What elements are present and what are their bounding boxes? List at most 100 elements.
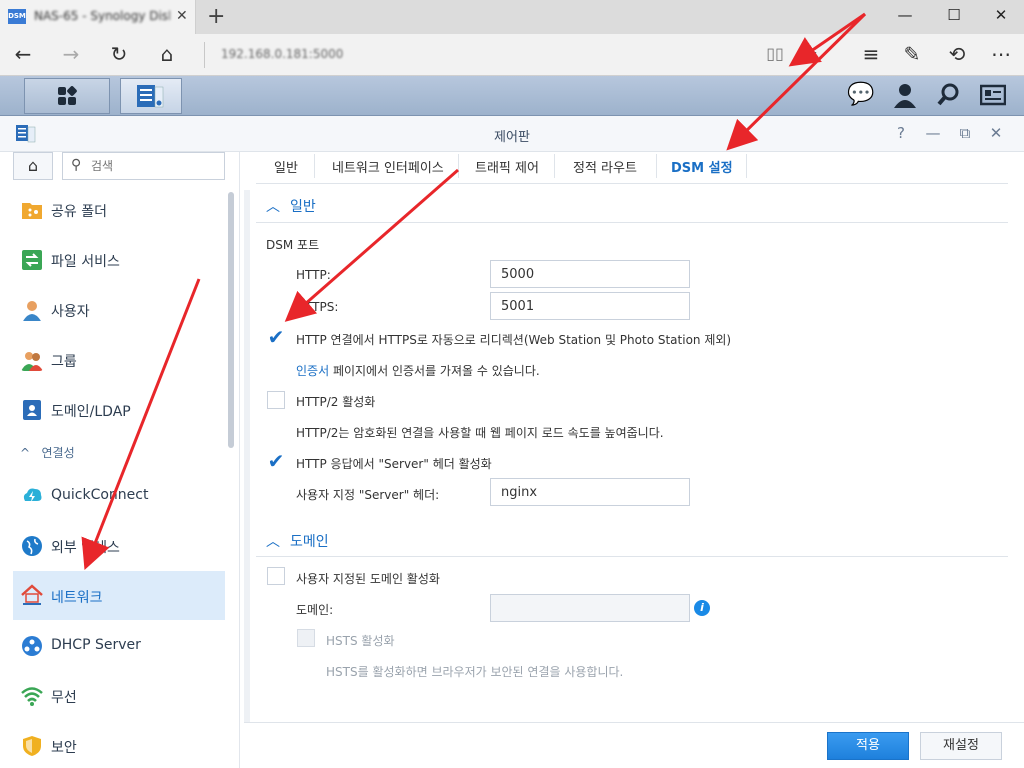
more-icon[interactable]: ⋯: [986, 42, 1016, 66]
browser-nav-bar: ← → ↻ ⌂ 192.168.0.181:5000 ▯▯ ☆ ≡ ✎ ⟲ ⋯: [0, 34, 1024, 76]
window-minimize-icon[interactable]: —: [922, 124, 944, 142]
reset-button[interactable]: 재설정: [920, 732, 1002, 760]
sidebar-item-file-services[interactable]: 파일 서비스: [13, 237, 225, 283]
sidebar-item-wireless[interactable]: 무선: [13, 673, 225, 719]
redirect-https-checkbox[interactable]: ✔: [267, 325, 285, 349]
dhcp-server-icon: [22, 636, 42, 656]
help-icon[interactable]: ?: [890, 124, 912, 142]
shared-folder-icon: [22, 203, 42, 219]
tab-dsm-settings[interactable]: DSM 설정: [671, 157, 733, 176]
dsm-port-label: DSM 포트: [266, 238, 320, 252]
sidebar-item-label: 네트워크: [51, 590, 103, 606]
redirect-https-label: HTTP 연결에서 HTTPS로 자동으로 리디렉션(Web Station 및…: [296, 333, 732, 347]
search-input[interactable]: [91, 157, 216, 175]
sidebar-section-connectivity[interactable]: ^ 연결성: [20, 444, 75, 461]
sidebar-item-security[interactable]: 보안: [13, 723, 225, 768]
sidebar-item-shared-folder[interactable]: 공유 폴더: [13, 187, 225, 233]
sidebar-item-label: 보안: [51, 740, 77, 756]
network-house-icon: [21, 584, 43, 605]
http2-description: HTTP/2는 암호화된 연결을 사용할 때 웹 페이지 로드 속도를 높여줍니…: [296, 426, 664, 440]
favorite-star-icon[interactable]: ☆: [794, 42, 824, 66]
apps-grid-icon: [58, 86, 77, 105]
active-tab-indicator: [656, 180, 746, 183]
domain-input[interactable]: [490, 594, 690, 622]
share-icon[interactable]: ⟲: [942, 42, 972, 66]
certificate-hint-text: 페이지에서 인증서를 가져올 수 있습니다.: [329, 364, 540, 378]
tab-close-icon[interactable]: ✕: [176, 8, 188, 24]
tab-traffic-control[interactable]: 트래픽 제어: [475, 157, 539, 176]
domain-ldap-icon: [23, 400, 41, 420]
browser-tab[interactable]: DSM NAS-65 - Synology DiskStation ✕: [0, 0, 196, 34]
home-icon[interactable]: ⌂: [152, 42, 182, 66]
reading-view-icon[interactable]: ▯▯: [760, 44, 790, 63]
control-panel-icon: [137, 85, 164, 108]
sidebar-item-label: 그룹: [51, 354, 77, 370]
http-port-input[interactable]: [490, 260, 690, 288]
sidebar-item-label: QuickConnect: [51, 487, 149, 503]
panel-tabs: 일반 네트워크 인터페이스 트래픽 제어 정적 라우트 DSM 설정: [256, 152, 1008, 184]
browser-tab-title: NAS-65 - Synology DiskStation: [34, 9, 170, 23]
tab-static-route[interactable]: 정적 라우트: [573, 157, 637, 176]
user-icon[interactable]: [890, 82, 920, 112]
refresh-icon[interactable]: ↻: [104, 42, 134, 66]
browser-tab-bar: DSM NAS-65 - Synology DiskStation ✕ + — …: [0, 0, 1024, 34]
apply-button[interactable]: 적용: [827, 732, 909, 760]
sidebar-item-user[interactable]: 사용자: [13, 287, 225, 333]
dsm-taskbar: 💬: [0, 76, 1024, 116]
file-services-icon: [22, 250, 42, 270]
checkmark-icon: ✔: [267, 449, 285, 473]
messages-icon[interactable]: 💬: [846, 82, 876, 112]
sidebar-item-external-access[interactable]: 외부 액세스: [13, 523, 225, 569]
custom-domain-checkbox[interactable]: [267, 567, 285, 585]
sidebar-item-label: 파일 서비스: [51, 254, 120, 270]
content-scrollbar[interactable]: [244, 190, 250, 760]
custom-domain-label: 사용자 지정된 도메인 활성화: [296, 572, 440, 586]
main-menu-button[interactable]: [24, 78, 110, 114]
back-icon[interactable]: ←: [8, 42, 38, 66]
domain-label: 도메인:: [296, 603, 334, 617]
custom-server-header-label: 사용자 지정 "Server" 헤더:: [296, 488, 440, 502]
https-port-input[interactable]: [490, 292, 690, 320]
web-note-icon[interactable]: ✎: [897, 42, 927, 66]
tab-network-interface[interactable]: 네트워크 인터페이스: [332, 157, 444, 176]
http2-checkbox[interactable]: [267, 391, 285, 409]
sidebar-item-quickconnect[interactable]: QuickConnect: [13, 473, 225, 519]
search-icon[interactable]: [934, 82, 964, 112]
widgets-icon[interactable]: [978, 82, 1008, 112]
window-close-icon[interactable]: ✕: [986, 6, 1016, 24]
minimize-icon[interactable]: —: [890, 6, 920, 24]
server-header-checkbox[interactable]: ✔: [267, 449, 285, 473]
certificate-link[interactable]: 인증서: [296, 364, 329, 378]
sidebar-item-domain-ldap[interactable]: 도메인/LDAP: [13, 387, 225, 433]
section-general-header[interactable]: ︿ 일반: [266, 196, 316, 216]
hsts-checkbox[interactable]: [297, 629, 315, 647]
https-port-label: HTTPS:: [296, 300, 339, 314]
info-icon[interactable]: i: [694, 600, 710, 616]
chevron-up-icon: ︿: [266, 534, 280, 550]
sidebar-item-dhcp-server[interactable]: DHCP Server: [13, 623, 225, 669]
custom-server-header-input[interactable]: [490, 478, 690, 506]
forward-icon[interactable]: →: [56, 42, 86, 66]
home-button[interactable]: ⌂: [13, 152, 53, 180]
tab-separator: [746, 154, 747, 178]
home-button-icon: ⌂: [27, 156, 39, 175]
chevron-up-icon: ︿: [266, 199, 280, 215]
section-domain-header[interactable]: ︿ 도메인: [266, 531, 329, 551]
hub-icon[interactable]: ≡: [856, 42, 886, 66]
sidebar-item-network[interactable]: 네트워크: [13, 571, 225, 620]
control-panel-taskbar-button[interactable]: [120, 78, 182, 114]
server-header-label: HTTP 응답에서 "Server" 헤더 활성화: [296, 457, 492, 471]
quickconnect-icon: [23, 488, 42, 502]
address-bar[interactable]: 192.168.0.181:5000: [204, 42, 752, 68]
maximize-icon[interactable]: ☐: [939, 6, 969, 24]
tab-general[interactable]: 일반: [274, 157, 298, 176]
window-header: 제어판 ? — ⧉ ✕: [0, 116, 1024, 152]
sidebar-search[interactable]: ⚲: [62, 152, 225, 180]
sidebar-item-group[interactable]: 그룹: [13, 337, 225, 383]
window-close-button-icon[interactable]: ✕: [985, 124, 1007, 142]
window-restore-icon[interactable]: ⧉: [954, 124, 976, 142]
sidebar-scrollbar[interactable]: [228, 192, 234, 448]
group-icon: [21, 352, 43, 371]
new-tab-icon[interactable]: +: [207, 4, 225, 29]
checkmark-icon: ✔: [267, 325, 285, 349]
